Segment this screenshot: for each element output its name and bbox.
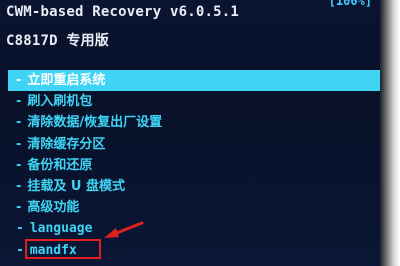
menu-bullet: - — [16, 115, 22, 131]
recovery-title: CWM-based Recovery v6.0.5.1 — [6, 4, 239, 20]
menu-item-label: 刷入刷机包 — [27, 94, 93, 110]
menu-item-label: 立即重启系统 — [27, 73, 106, 88]
menu-item-language[interactable]: - language — [0, 218, 380, 239]
device-subtitle: C8817D 专用版 — [6, 33, 110, 49]
menu-item-label: language — [29, 221, 93, 237]
red-arrow-icon — [104, 221, 144, 238]
phone-bezel-edge — [380, 0, 400, 266]
menu-bullet: - — [16, 136, 22, 152]
menu-bullet: - — [16, 221, 24, 237]
menu-bullet: - — [16, 200, 22, 216]
menu-item-label: 挂载及 U 盘模式 — [27, 178, 126, 194]
menu-bullet: - — [16, 157, 22, 173]
recovery-menu: - 立即重启系统 - 刷入刷机包 - 清除数据/恢复出厂设置 - 清除缓存分区 - 备份和… — [0, 70, 380, 261]
menu-item-reboot-system[interactable]: - 立即重启系统 — [8, 70, 380, 92]
menu-bullet: - — [16, 73, 22, 88]
menu-bullet: - — [16, 94, 22, 110]
menu-item-wipe-cache[interactable]: - 清除缓存分区 — [0, 134, 380, 155]
menu-item-wipe-data[interactable]: - 清除数据/恢复出厂设置 — [0, 112, 380, 133]
menu-item-backup-restore[interactable]: - 备份和还原 — [0, 155, 380, 176]
menu-bullet: - — [16, 242, 24, 258]
menu-item-label: 备份和还原 — [27, 157, 93, 173]
menu-item-install-zip[interactable]: - 刷入刷机包 — [0, 91, 380, 112]
recovery-screen: CWM-based Recovery v6.0.5.1 [100%] C8817… — [0, 0, 380, 266]
menu-item-label: 清除缓存分区 — [27, 136, 106, 152]
menu-item-advanced[interactable]: - 高级功能 — [0, 197, 380, 218]
menu-bullet: - — [16, 178, 22, 194]
menu-item-label: 清除数据/恢复出厂设置 — [27, 115, 163, 131]
annotation-highlight-box — [25, 239, 101, 259]
recovery-photo: CWM-based Recovery v6.0.5.1 [100%] C8817… — [0, 0, 400, 266]
menu-item-label: 高级功能 — [27, 200, 80, 216]
battery-indicator: [100%] — [328, 0, 372, 8]
menu-item-mounts-storage[interactable]: - 挂载及 U 盘模式 — [0, 176, 380, 197]
